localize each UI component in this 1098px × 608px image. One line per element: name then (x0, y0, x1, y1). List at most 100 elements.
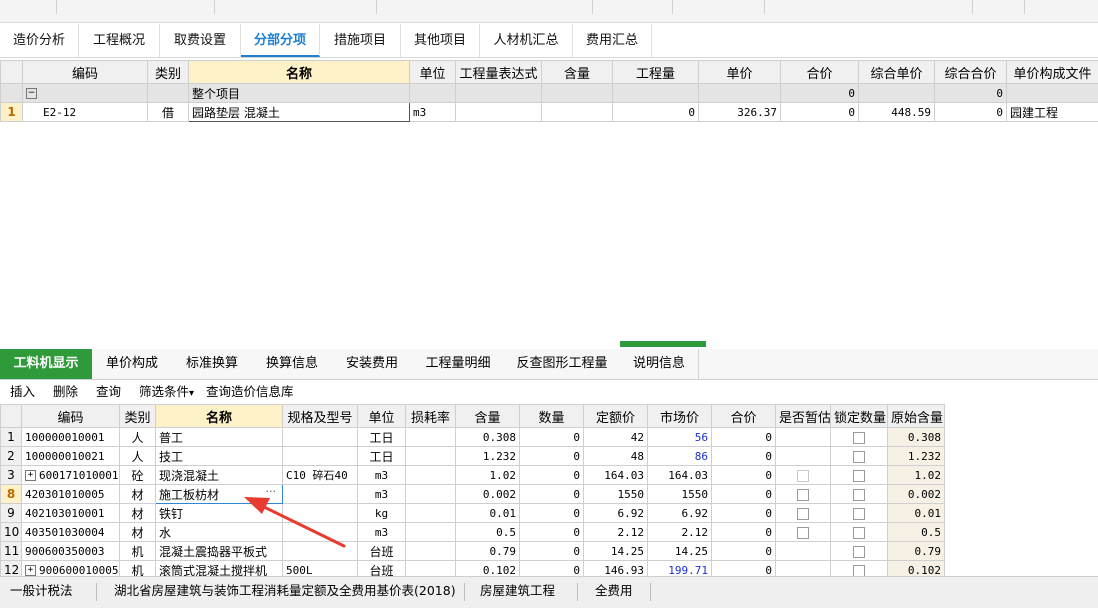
tab-quantity-details[interactable]: 工程量明细 (412, 349, 505, 379)
type-cell[interactable]: 砼 (120, 466, 156, 485)
fixed-price-cell[interactable]: 2.12 (584, 523, 648, 542)
lock-qty-cell[interactable] (831, 447, 888, 466)
col-type-header[interactable]: 类别 (148, 61, 189, 84)
orig-content-cell[interactable]: 0.79 (888, 542, 945, 561)
name-cell[interactable]: 水 (156, 523, 283, 542)
tab-fee-summary[interactable]: 费用汇总 (573, 24, 652, 57)
loss-cell[interactable] (406, 428, 456, 447)
col-market-price-header[interactable]: 市场价 (648, 405, 712, 428)
col-name-header[interactable]: 名称 (189, 61, 410, 84)
orig-content-cell[interactable]: 0.002 (888, 485, 945, 504)
col-content-header[interactable]: 含量 (542, 61, 613, 84)
unit-cell[interactable]: m3 (358, 523, 406, 542)
qty-cell[interactable]: 0 (520, 466, 584, 485)
tab-fee-settings[interactable]: 取费设置 (160, 24, 241, 57)
table-row[interactable]: 1 100000010001 人 普工 工日 0.308 0 42 56 0 0… (1, 428, 945, 447)
col-lock-qty-header[interactable]: 锁定数量 (831, 405, 888, 428)
qty-cell[interactable]: 0 (520, 504, 584, 523)
code-cell[interactable]: +600171010001 (22, 466, 120, 485)
temp-estimate-checkbox[interactable] (797, 489, 809, 501)
tab-sub-items[interactable]: 分部分项 (241, 24, 320, 57)
row-header[interactable]: 8 (1, 485, 22, 504)
orig-content-cell[interactable]: 1.02 (888, 466, 945, 485)
orig-content-cell[interactable]: 0.01 (888, 504, 945, 523)
unit-cell[interactable]: 台班 (358, 542, 406, 561)
group-comp-total-cell[interactable]: 0 (935, 84, 1007, 103)
row-header[interactable]: 3 (1, 466, 22, 485)
unit-cell[interactable]: m3 (358, 466, 406, 485)
tab-reverse-graphic-quantity[interactable]: 反查图形工程量 (504, 349, 621, 379)
temp-estimate-checkbox[interactable] (797, 508, 809, 520)
total-cell[interactable]: 0 (712, 523, 776, 542)
lock-qty-cell[interactable] (831, 504, 888, 523)
spec-cell[interactable]: C10 碎石40 (283, 466, 358, 485)
name-cell[interactable]: 普工 (156, 428, 283, 447)
lock-checkbox[interactable] (853, 432, 865, 444)
row-header[interactable]: 1 (1, 428, 22, 447)
tab-project-overview[interactable]: 工程概况 (79, 24, 160, 57)
tab-unit-price-composition[interactable]: 单价构成 (92, 349, 173, 379)
content-cell[interactable]: 1.232 (456, 447, 520, 466)
code-cell[interactable]: 100000010001 (22, 428, 120, 447)
name-cell[interactable]: 混凝土震捣器平板式 (156, 542, 283, 561)
code-cell[interactable]: 100000010021 (22, 447, 120, 466)
row-header[interactable]: 9 (1, 504, 22, 523)
qty-cell[interactable]: 0 (520, 485, 584, 504)
col-loss-header[interactable]: 损耗率 (406, 405, 456, 428)
col-code-header[interactable]: 编码 (22, 405, 120, 428)
name-cell[interactable]: 技工 (156, 447, 283, 466)
temp-estimate-cell[interactable] (776, 485, 831, 504)
col-total-header[interactable]: 合价 (712, 405, 776, 428)
delete-button[interactable]: 删除 (53, 381, 78, 403)
comp-total-cell[interactable]: 0 (935, 103, 1007, 122)
fixed-price-cell[interactable]: 1550 (584, 485, 648, 504)
lock-checkbox[interactable] (853, 527, 865, 539)
insert-button[interactable]: 插入 (10, 381, 35, 403)
spec-cell[interactable] (283, 542, 358, 561)
temp-estimate-cell[interactable] (776, 523, 831, 542)
col-expr-header[interactable]: 工程量表达式 (456, 61, 542, 84)
total-cell[interactable]: 0 (712, 428, 776, 447)
fixed-price-cell[interactable]: 164.03 (584, 466, 648, 485)
fixed-price-cell[interactable]: 6.92 (584, 504, 648, 523)
query-button[interactable]: 查询 (96, 381, 121, 403)
unit-cell[interactable]: 工日 (358, 447, 406, 466)
table-row[interactable]: 3 +600171010001 砼 现浇混凝土 C10 碎石40 m3 1.02… (1, 466, 945, 485)
name-cell[interactable]: 铁钉 (156, 504, 283, 523)
file-cell[interactable]: 园建工程 (1007, 103, 1098, 122)
expand-icon[interactable]: + (25, 565, 36, 576)
table-row[interactable]: 1 E2-12 借 园路垫层 混凝土 m3 0 326.37 0 448.59 … (1, 103, 1098, 122)
qty-cell[interactable]: 0 (520, 542, 584, 561)
total-cell[interactable]: 0 (712, 504, 776, 523)
lock-qty-cell[interactable] (831, 428, 888, 447)
col-quantity-header[interactable]: 工程量 (613, 61, 699, 84)
table-row[interactable]: 11 900600350003 机 混凝土震捣器平板式 台班 0.79 0 14… (1, 542, 945, 561)
table-row[interactable]: 2 100000010021 人 技工 工日 1.232 0 48 86 0 1… (1, 447, 945, 466)
row-header[interactable]: 11 (1, 542, 22, 561)
type-cell[interactable]: 材 (120, 523, 156, 542)
col-code-header[interactable]: 编码 (23, 61, 148, 84)
loss-cell[interactable] (406, 485, 456, 504)
orig-content-cell[interactable]: 1.232 (888, 447, 945, 466)
qty-cell[interactable]: 0 (520, 428, 584, 447)
col-unit-header[interactable]: 单位 (410, 61, 456, 84)
splitter-handle[interactable] (620, 341, 706, 347)
total-cell[interactable]: 0 (712, 485, 776, 504)
col-fixed-price-header[interactable]: 定额价 (584, 405, 648, 428)
col-content-header[interactable]: 含量 (456, 405, 520, 428)
tab-standard-conversion[interactable]: 标准换算 (172, 349, 253, 379)
col-orig-content-header[interactable]: 原始含量 (888, 405, 945, 428)
type-cell[interactable]: 人 (120, 428, 156, 447)
row-header[interactable]: 2 (1, 447, 22, 466)
market-price-cell[interactable]: 86 (648, 447, 712, 466)
lock-qty-cell[interactable] (831, 542, 888, 561)
row-header[interactable]: 1 (1, 103, 23, 122)
price-cell[interactable]: 326.37 (699, 103, 781, 122)
total-cell[interactable]: 0 (712, 466, 776, 485)
group-row-whole-project[interactable]: − 整个项目 0 0 (1, 84, 1098, 103)
content-cell[interactable] (542, 103, 613, 122)
lock-checkbox[interactable] (853, 546, 865, 558)
content-cell[interactable]: 1.02 (456, 466, 520, 485)
col-comp-price-header[interactable]: 综合单价 (859, 61, 935, 84)
query-price-library-button[interactable]: 查询造价信息库 (206, 381, 294, 403)
